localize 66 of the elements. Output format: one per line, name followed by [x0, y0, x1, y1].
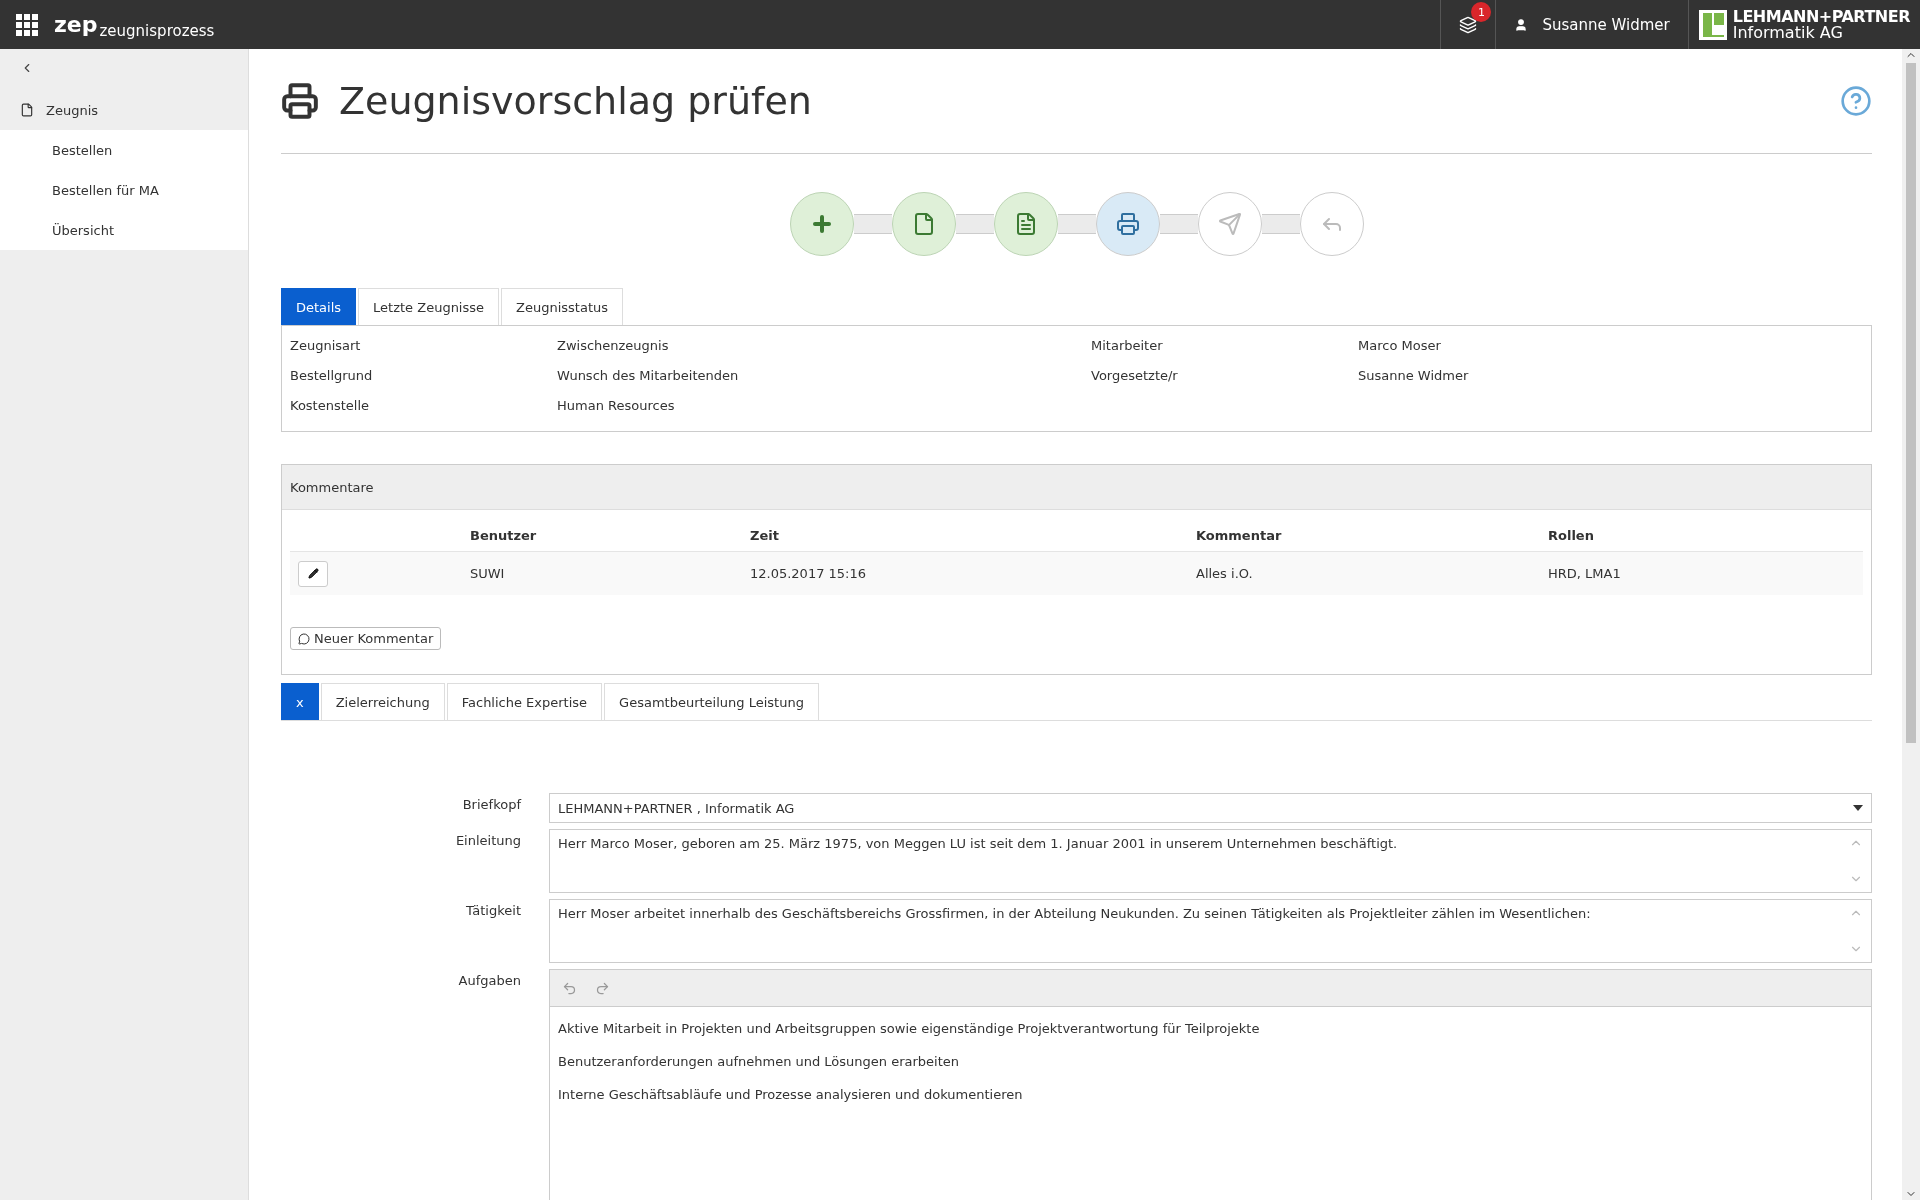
editor-line: Benutzeranforderungen aufnehmen und Lösungen erarbeiten [558, 1054, 961, 1069]
document-icon [20, 103, 34, 117]
tab[interactable]: Fachliche Expertise [446, 683, 603, 720]
sidebar-item[interactable]: Bestellen [0, 130, 248, 170]
field-label: Aufgaben [457, 972, 521, 990]
detail-value: Susanne Widmer [1358, 368, 1470, 383]
step-connector [1159, 214, 1198, 234]
step-connector [853, 214, 892, 234]
sidebar-item[interactable]: Übersicht [0, 210, 248, 250]
detail-value: Wunsch des Mitarbeitenden [557, 368, 740, 383]
detail-label: Mitarbeiter [1091, 338, 1164, 353]
table-cell: SUWI [470, 552, 750, 595]
sidebar-item[interactable]: Bestellen für MA [0, 170, 248, 210]
pencil-icon [307, 568, 319, 579]
scroll-thumb[interactable] [1906, 63, 1916, 743]
detail-label: Vorgesetzte/r [1091, 368, 1179, 383]
table-cell: 12.05.2017 15:16 [750, 552, 1196, 595]
tab[interactable]: Letzte Zeugnisse [358, 288, 500, 325]
printer-icon [1115, 212, 1140, 236]
tab[interactable]: Zielerreichung [320, 683, 445, 720]
user-icon [1514, 17, 1529, 32]
text-area[interactable]: Herr Marco Moser, geboren am 25. März 1975, von Meggen LU ist seit dem 1. Januar 2001 in unserem Unternehmen beschäftigt. [549, 829, 1872, 893]
step-connector [1057, 214, 1096, 234]
caret-icon [1853, 805, 1863, 811]
tab[interactable]: Zeugnisstatus [501, 288, 623, 325]
tab[interactable]: Gesamtbeurteilung Leistung [604, 683, 819, 720]
help-icon[interactable] [1840, 85, 1872, 117]
company-name: LEHMANN+PARTNER [1732, 8, 1910, 25]
company-subtitle: Informatik AG [1732, 24, 1844, 41]
tab[interactable]: x [281, 683, 319, 720]
app-name: zep [54, 12, 98, 37]
field-label: Briefkopf [461, 796, 521, 814]
app-grid-icon[interactable] [16, 13, 38, 36]
scrollbar[interactable] [1902, 49, 1920, 1200]
company-logo-icon [1698, 9, 1727, 40]
new-comment-button[interactable]: Neuer Kommentar [290, 627, 442, 650]
detail-label: Zeugnisart [290, 338, 362, 353]
step-connector [1261, 214, 1300, 234]
detail-value: Marco Moser [1358, 338, 1442, 353]
select-field[interactable]: LEHMANN+PARTNER , Informatik AG [549, 793, 1872, 823]
text-area[interactable]: Herr Moser arbeitet innerhalb des Geschäftsbereichs Grossfirmen, in der Abteilung Neukunden. Zu seinen Tätigkeiten als Projektleiter zählen im Wesentlichen: [549, 899, 1872, 963]
step-connector [955, 214, 994, 234]
detail-label: Bestellgrund [290, 368, 374, 383]
notification-stack-icon[interactable] [1459, 15, 1478, 34]
field-label: Tätigkeit [464, 902, 521, 920]
undo-icon[interactable] [562, 980, 577, 996]
panel-title: Kommentare [290, 479, 374, 495]
notification-badge: 1 [1471, 2, 1492, 22]
detail-label: Kostenstelle [290, 398, 371, 413]
detail-value: Zwischenzeugnis [557, 338, 670, 353]
redo-icon[interactable] [595, 980, 610, 996]
editor-line: Interne Geschäftsabläufe und Prozesse analysieren und dokumentieren [558, 1087, 1024, 1102]
tab[interactable]: Details [281, 288, 357, 325]
user-name[interactable]: Susanne Widmer [1542, 15, 1670, 34]
detail-value: Human Resources [557, 398, 676, 413]
field-label: Einleitung [454, 832, 521, 850]
app-subtitle: zeugnisprozess [99, 21, 215, 40]
rich-text-editor[interactable] [549, 969, 1872, 1200]
paper-plane-icon [1217, 212, 1242, 236]
table-cell: Alles i.O. [1196, 552, 1548, 595]
printer-icon [281, 82, 319, 120]
page-title: Zeugnisvorschlag prüfen [339, 79, 813, 123]
editor-line: Aktive Mitarbeit in Projekten und Arbeitsgruppen sowie eigenständige Projektverantwortung für Teilprojekte [558, 1021, 1261, 1036]
speech-bubble-icon [298, 632, 310, 645]
table-cell: HRD, LMA1 [1548, 552, 1863, 595]
edit-button[interactable] [298, 560, 328, 587]
